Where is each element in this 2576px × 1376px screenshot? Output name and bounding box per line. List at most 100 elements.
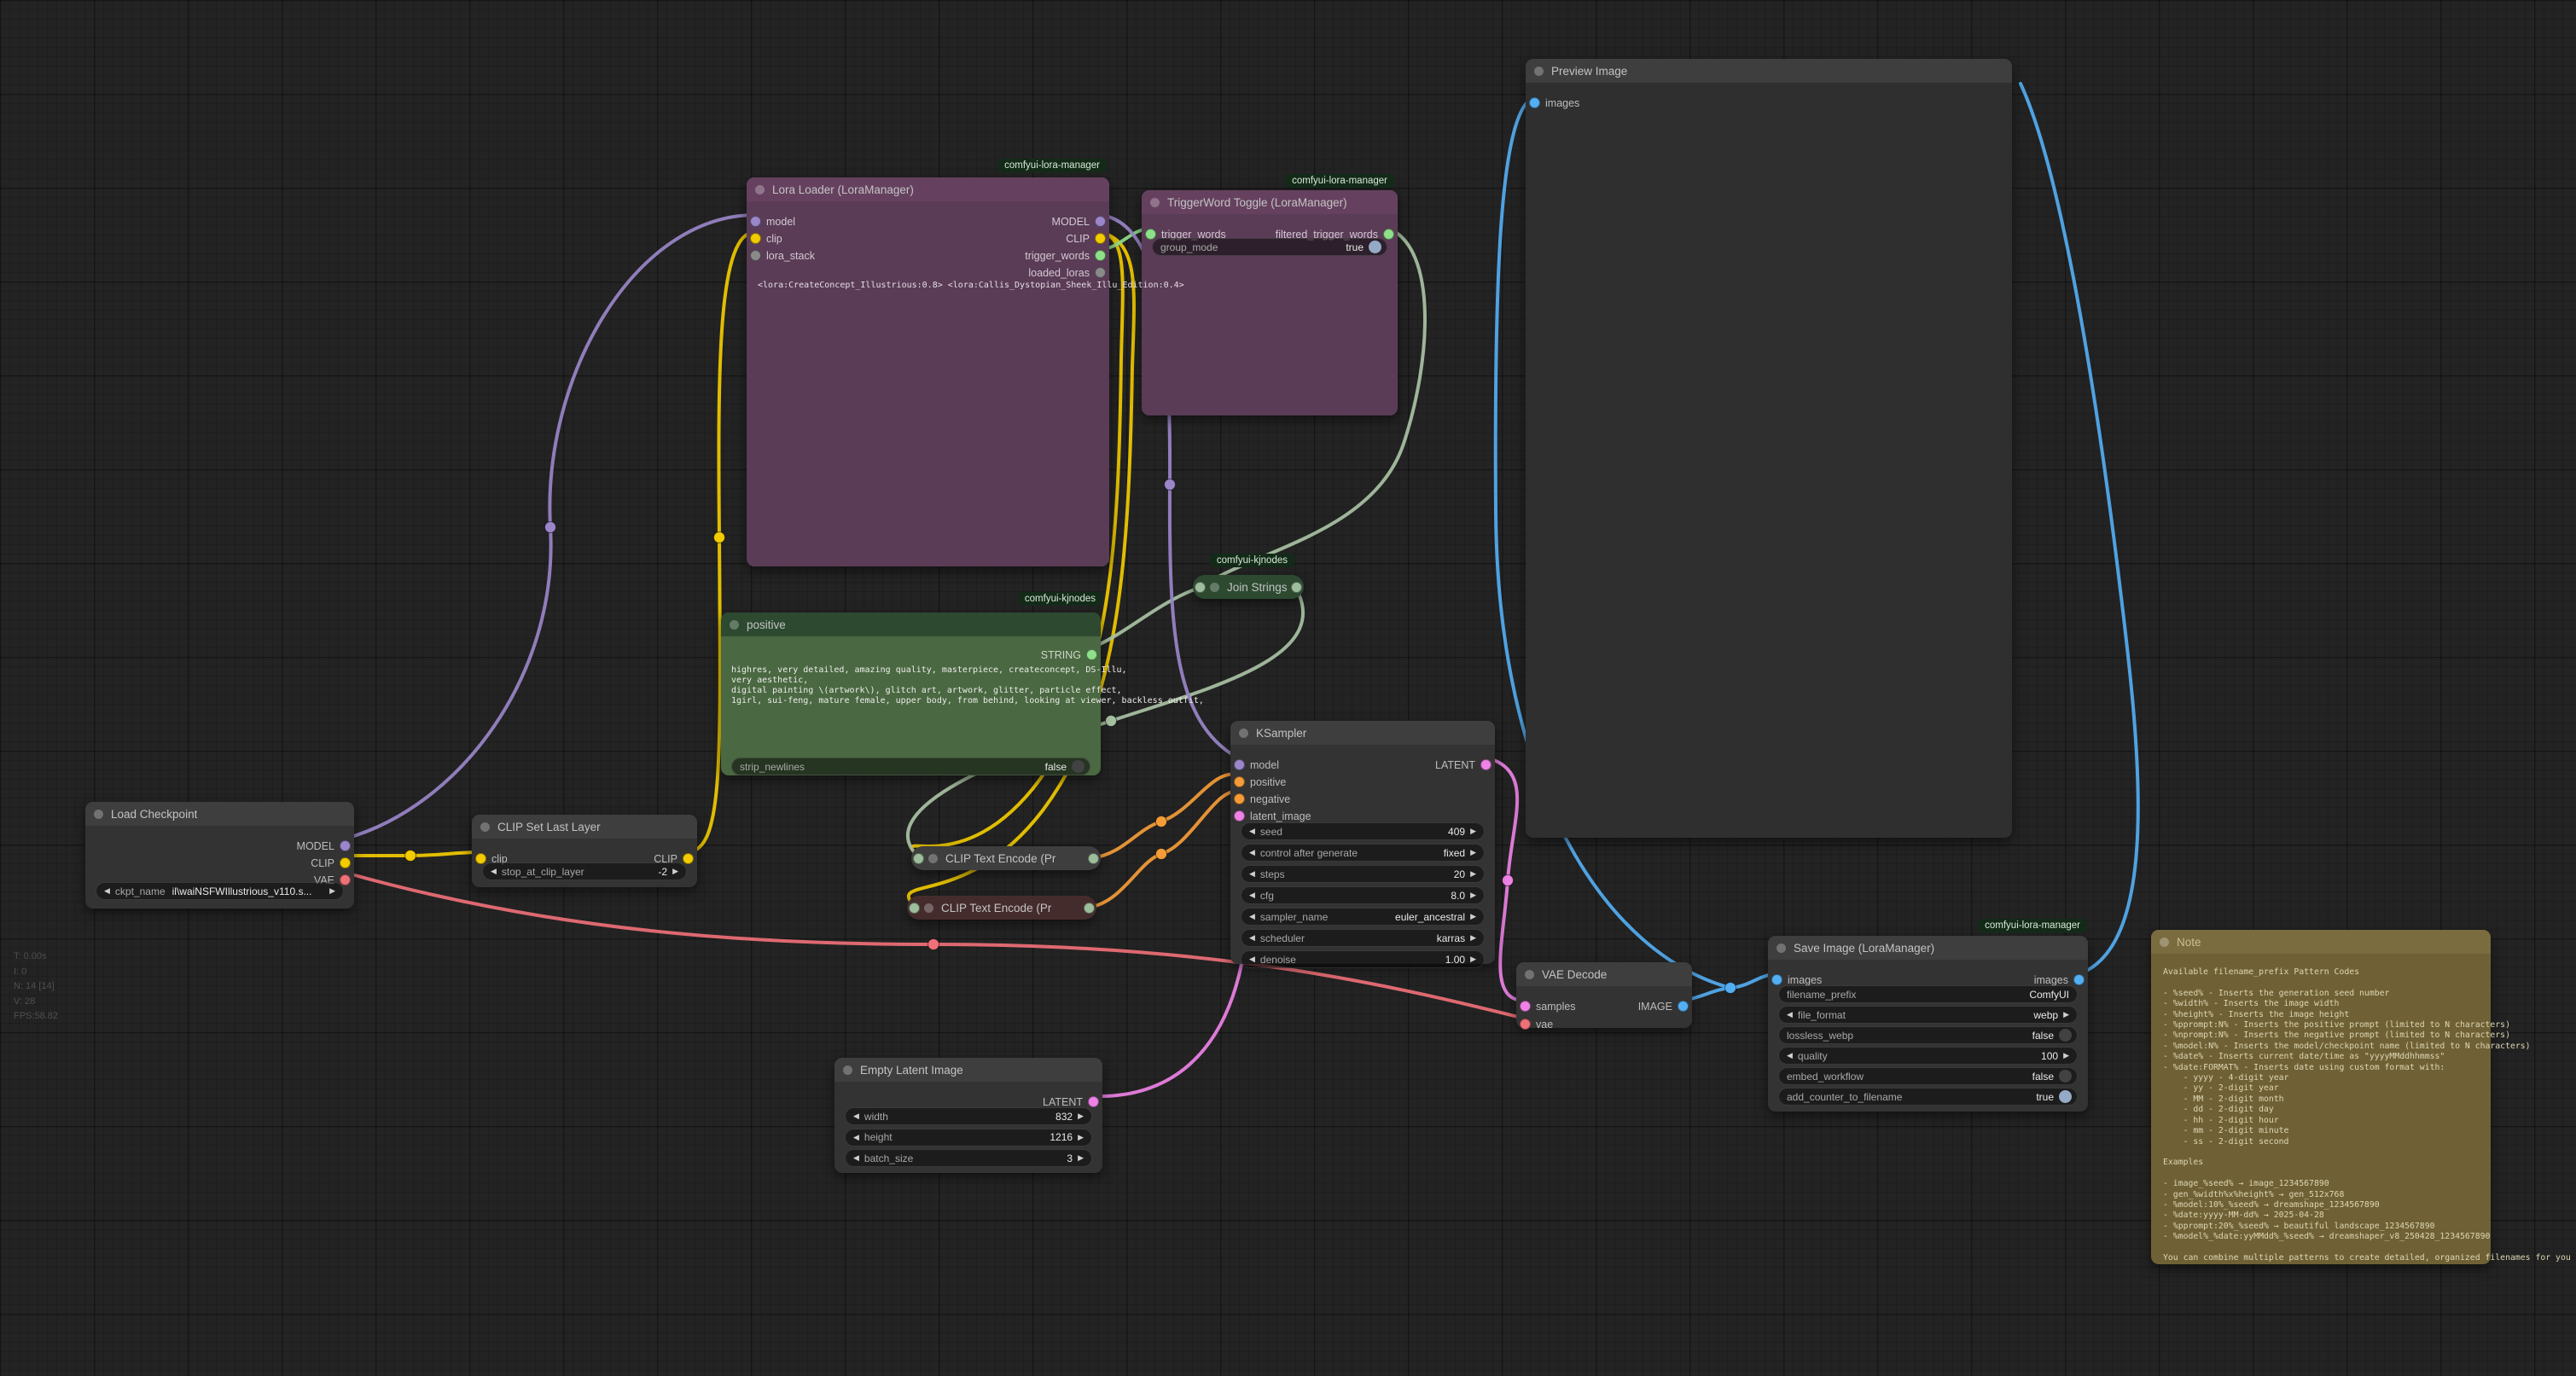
increment-arrow-icon[interactable]: ▶ <box>329 887 335 895</box>
decrement-arrow-icon[interactable]: ◀ <box>1249 891 1255 899</box>
widget-steps[interactable]: ◀steps20▶ <box>1241 865 1485 883</box>
node-clip-text-encode-pos[interactable]: CLIP Text Encode (Pr <box>911 846 1101 870</box>
decrement-arrow-icon[interactable]: ◀ <box>853 1134 859 1141</box>
widget-batch-size[interactable]: ◀batch_size3▶ <box>845 1149 1092 1167</box>
reroute-dot[interactable] <box>714 532 725 543</box>
clip-input-port[interactable] <box>750 233 761 244</box>
decrement-arrow-icon[interactable]: ◀ <box>1787 1011 1793 1019</box>
node-load-checkpoint[interactable]: Load CheckpointMODELCLIPVAE◀ckpt_nameil\… <box>85 802 354 909</box>
node-join-strings[interactable]: Join Strings <box>1193 575 1304 599</box>
reroute-dot[interactable] <box>1156 816 1167 827</box>
collapse-dot[interactable] <box>1150 198 1160 207</box>
LATENT-output-port[interactable] <box>1480 759 1492 770</box>
decrement-arrow-icon[interactable]: ◀ <box>1249 849 1255 856</box>
collapse-dot[interactable] <box>730 620 739 630</box>
collapse-dot[interactable] <box>480 822 490 832</box>
filtered_trigger_words-output-port[interactable] <box>1383 229 1394 240</box>
reroute-dot[interactable] <box>405 851 416 862</box>
decrement-arrow-icon[interactable]: ◀ <box>104 887 110 895</box>
widget-quality[interactable]: ◀quality100▶ <box>1778 1047 2078 1065</box>
increment-arrow-icon[interactable]: ▶ <box>1078 1154 1084 1162</box>
toggle-knob[interactable] <box>2059 1070 2072 1083</box>
widget-strip-newlines[interactable]: strip_newlinesfalse <box>731 758 1090 775</box>
collapse-dot[interactable] <box>1776 943 1786 953</box>
decrement-arrow-icon[interactable]: ◀ <box>491 868 497 875</box>
collapse-dot[interactable] <box>94 810 103 819</box>
decrement-arrow-icon[interactable]: ◀ <box>1249 870 1255 878</box>
increment-arrow-icon[interactable]: ▶ <box>1470 955 1476 963</box>
comfyui-canvas[interactable]: { "badges": { "lora_manager": "comfyui-l… <box>0 0 2576 1376</box>
node-empty-latent-image[interactable]: Empty Latent ImageLATENT◀width832▶◀heigh… <box>834 1058 1102 1173</box>
images-input-port[interactable] <box>1529 97 1540 108</box>
increment-arrow-icon[interactable]: ▶ <box>2063 1011 2069 1019</box>
node-text[interactable]: Available filename_prefix Pattern Codes … <box>2163 967 2571 1263</box>
lora_stack-input-port[interactable] <box>750 250 761 261</box>
widget-ckpt-name[interactable]: ◀ckpt_nameil\waiNSFWIllustrious_v110.s..… <box>96 882 344 900</box>
widget-add-counter-to-filename[interactable]: add_counter_to_filenametrue <box>1778 1088 2078 1106</box>
negative-input-port[interactable] <box>1234 793 1245 804</box>
widget-group-mode[interactable]: group_modetrue <box>1152 238 1387 256</box>
decrement-arrow-icon[interactable]: ◀ <box>853 1112 859 1120</box>
reroute-dot[interactable] <box>928 939 939 950</box>
node-clip-text-encode-neg[interactable]: CLIP Text Encode (Pr <box>907 896 1096 920</box>
CLIP-output-port[interactable] <box>683 853 694 864</box>
collapse-dot[interactable] <box>1210 583 1219 592</box>
model-input-port[interactable] <box>750 216 761 227</box>
widget-cfg[interactable]: ◀cfg8.0▶ <box>1241 886 1485 904</box>
STRING-output-port[interactable] <box>1086 649 1097 660</box>
collapse-dot[interactable] <box>1525 970 1534 979</box>
collapse-dot[interactable] <box>924 903 933 913</box>
positive-input-port[interactable] <box>1234 776 1245 787</box>
reroute-dot[interactable] <box>1156 849 1167 860</box>
reroute-dot[interactable] <box>1165 479 1176 491</box>
node-save-image[interactable]: Save Image (LoraManager)imagesimagesfile… <box>1768 936 2088 1112</box>
collapsed-output-port[interactable] <box>1291 582 1302 593</box>
toggle-knob[interactable] <box>2059 1029 2072 1042</box>
collapse-dot[interactable] <box>928 854 938 863</box>
node-lora-loader[interactable]: Lora Loader (LoraManager)modelMODELclipC… <box>747 177 1109 566</box>
collapsed-input-port[interactable] <box>909 903 920 914</box>
model-input-port[interactable] <box>1234 759 1245 770</box>
increment-arrow-icon[interactable]: ▶ <box>1470 913 1476 920</box>
node-positive[interactable]: positiveSTRINGhighres, very detailed, am… <box>721 613 1101 775</box>
collapse-dot[interactable] <box>2160 938 2169 947</box>
increment-arrow-icon[interactable]: ▶ <box>1078 1112 1084 1120</box>
reroute-dot[interactable] <box>1725 983 1736 994</box>
collapse-dot[interactable] <box>1534 67 1544 76</box>
increment-arrow-icon[interactable]: ▶ <box>1470 891 1476 899</box>
MODEL-output-port[interactable] <box>1095 216 1106 227</box>
trigger_words-input-port[interactable] <box>1145 229 1156 240</box>
widget-stop-at-clip-layer[interactable]: ◀stop_at_clip_layer-2▶ <box>482 862 687 880</box>
widget-filename-prefix[interactable]: filename_prefixComfyUI <box>1778 985 2078 1003</box>
increment-arrow-icon[interactable]: ▶ <box>1078 1134 1084 1141</box>
reroute-dot[interactable] <box>545 522 556 533</box>
trigger_words-output-port[interactable] <box>1095 250 1106 261</box>
loaded_loras-output-port[interactable] <box>1095 267 1106 278</box>
widget-sampler-name[interactable]: ◀sampler_nameeuler_ancestral▶ <box>1241 908 1485 926</box>
decrement-arrow-icon[interactable]: ◀ <box>1249 955 1255 963</box>
CLIP-output-port[interactable] <box>1095 233 1106 244</box>
decrement-arrow-icon[interactable]: ◀ <box>853 1154 859 1162</box>
node-ksampler[interactable]: KSamplermodelLATENTpositivenegativelaten… <box>1230 721 1495 964</box>
increment-arrow-icon[interactable]: ▶ <box>672 868 678 875</box>
collapse-dot[interactable] <box>843 1065 852 1075</box>
clip-input-port[interactable] <box>475 853 486 864</box>
widget-scheduler[interactable]: ◀schedulerkarras▶ <box>1241 929 1485 947</box>
decrement-arrow-icon[interactable]: ◀ <box>1249 827 1255 835</box>
node-clip-set-last-layer[interactable]: CLIP Set Last LayerclipCLIP◀stop_at_clip… <box>472 815 697 887</box>
widget-seed[interactable]: ◀seed409▶ <box>1241 822 1485 840</box>
widget-height[interactable]: ◀height1216▶ <box>845 1129 1092 1147</box>
toggle-knob[interactable] <box>1072 760 1084 773</box>
collapse-dot[interactable] <box>1239 729 1248 738</box>
collapsed-input-port[interactable] <box>1195 582 1206 593</box>
collapsed-input-port[interactable] <box>913 853 924 864</box>
increment-arrow-icon[interactable]: ▶ <box>1470 870 1476 878</box>
samples-input-port[interactable] <box>1520 1001 1531 1012</box>
images-input-port[interactable] <box>1771 974 1782 985</box>
node-text[interactable]: highres, very detailed, amazing quality,… <box>731 665 1204 706</box>
toggle-knob[interactable] <box>2059 1090 2072 1103</box>
VAE-output-port[interactable] <box>340 874 351 885</box>
latent_image-input-port[interactable] <box>1234 810 1245 822</box>
node-vae-decode[interactable]: VAE DecodesamplesIMAGEvae <box>1516 962 1692 1028</box>
widget-lossless-webp[interactable]: lossless_webpfalse <box>1778 1026 2078 1044</box>
